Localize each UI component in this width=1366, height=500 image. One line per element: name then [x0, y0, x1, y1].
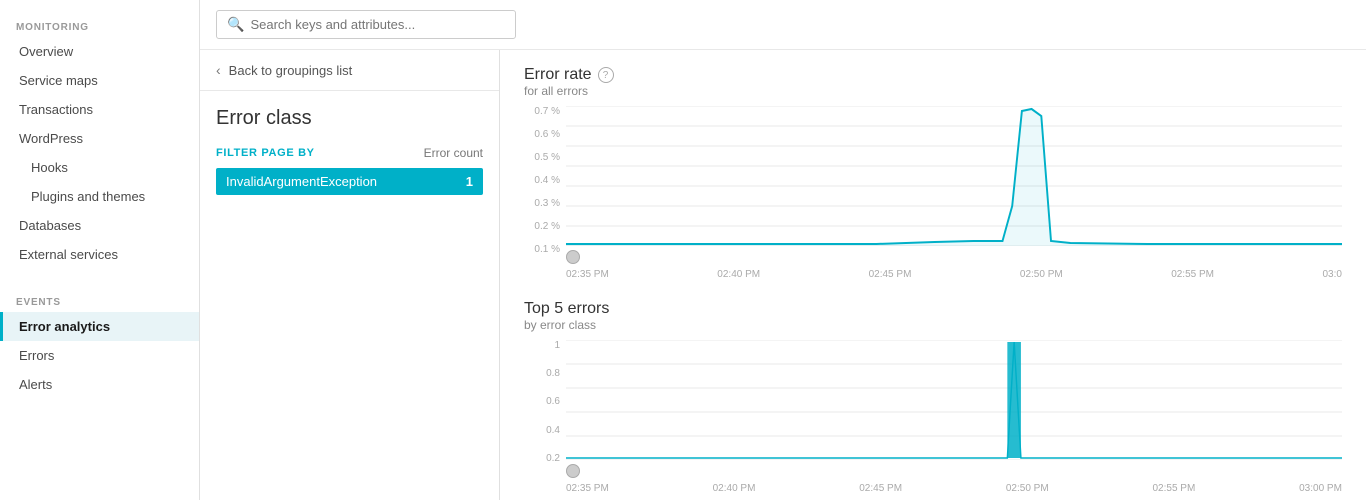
- main-content: 🔍 ‹ Back to groupings list Error class F…: [200, 0, 1366, 500]
- search-icon: 🔍: [227, 16, 244, 33]
- sidebar-item-external-services[interactable]: External services: [0, 240, 199, 269]
- sidebar-item-hooks[interactable]: Hooks: [0, 153, 199, 182]
- error-rate-chart-container: 0.7 % 0.6 % 0.5 % 0.4 % 0.3 % 0.2 % 0.1 …: [524, 106, 1342, 267]
- sidebar-item-service-maps[interactable]: Service maps: [0, 66, 199, 95]
- topbar: 🔍: [200, 0, 1366, 50]
- sidebar: MONITORING Overview Service maps Transac…: [0, 0, 200, 500]
- search-box[interactable]: 🔍: [216, 10, 516, 39]
- top5-chart-area: [566, 340, 1342, 481]
- filter-row-item[interactable]: InvalidArgumentException 1: [216, 168, 483, 195]
- top5-toggle[interactable]: [566, 464, 580, 478]
- error-rate-section: Error rate ? for all errors 0.7 % 0.6 % …: [524, 66, 1342, 280]
- filter-item-count: 1: [466, 174, 473, 189]
- error-rate-subtitle: for all errors: [524, 84, 1342, 98]
- sidebar-item-transactions[interactable]: Transactions: [0, 95, 199, 124]
- filter-page-by-label: FILTER PAGE BY: [216, 147, 315, 159]
- sidebar-item-wordpress[interactable]: WordPress: [0, 124, 199, 153]
- top5-x-axis: 02:35 PM 02:40 PM 02:45 PM 02:50 PM 02:5…: [566, 483, 1342, 494]
- sidebar-item-error-analytics[interactable]: Error analytics: [0, 312, 199, 341]
- error-class-title: Error class: [216, 107, 483, 130]
- left-inner: Error class FILTER PAGE BY Error count I…: [200, 91, 499, 500]
- top5-errors-section: Top 5 errors by error class 1 0.8 0.6 0.…: [524, 300, 1342, 494]
- back-arrow-icon: ‹: [216, 62, 221, 78]
- help-icon[interactable]: ?: [598, 67, 614, 83]
- sidebar-item-plugins-themes[interactable]: Plugins and themes: [0, 182, 199, 211]
- filter-item-name: InvalidArgumentException: [226, 174, 377, 189]
- top5-title: Top 5 errors: [524, 300, 1342, 318]
- sidebar-item-databases[interactable]: Databases: [0, 211, 199, 240]
- error-rate-toggle[interactable]: [566, 250, 580, 264]
- left-panel: ‹ Back to groupings list Error class FIL…: [200, 50, 500, 500]
- search-input[interactable]: [250, 17, 505, 32]
- error-count-label: Error count: [424, 146, 483, 160]
- top5-chart-container: 1 0.8 0.6 0.4 0.2: [524, 340, 1342, 481]
- filter-header: FILTER PAGE BY Error count: [216, 146, 483, 160]
- error-rate-chart-area: [566, 106, 1342, 267]
- back-button[interactable]: ‹ Back to groupings list: [200, 50, 499, 91]
- monitoring-section-label: MONITORING: [0, 10, 199, 37]
- content-area: ‹ Back to groupings list Error class FIL…: [200, 50, 1366, 500]
- error-rate-y-axis: 0.7 % 0.6 % 0.5 % 0.4 % 0.3 % 0.2 % 0.1 …: [524, 106, 566, 267]
- error-rate-title: Error rate ?: [524, 66, 1342, 84]
- right-panel: Error rate ? for all errors 0.7 % 0.6 % …: [500, 50, 1366, 500]
- error-rate-x-axis: 02:35 PM 02:40 PM 02:45 PM 02:50 PM 02:5…: [566, 269, 1342, 280]
- top5-subtitle: by error class: [524, 318, 1342, 332]
- sidebar-item-errors[interactable]: Errors: [0, 341, 199, 370]
- sidebar-item-alerts[interactable]: Alerts: [0, 370, 199, 399]
- top5-y-axis: 1 0.8 0.6 0.4 0.2: [524, 340, 566, 481]
- sidebar-item-overview[interactable]: Overview: [0, 37, 199, 66]
- events-section-label: EVENTS: [0, 285, 199, 312]
